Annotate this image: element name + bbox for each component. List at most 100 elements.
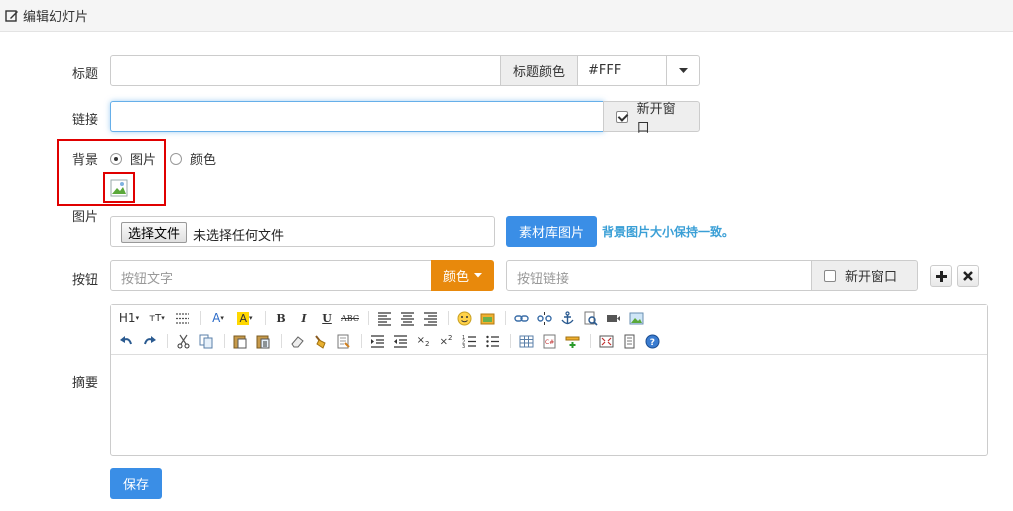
link-new-window-checkbox[interactable] [616, 110, 628, 123]
strikethrough-icon[interactable]: ABC [340, 309, 360, 327]
material-library-button[interactable]: 素材库图片 [506, 216, 597, 247]
paste-text-icon[interactable] [253, 332, 273, 350]
image-label: 图片 [72, 210, 99, 225]
emoticon-icon[interactable] [454, 309, 474, 327]
color-dropdown-button[interactable] [666, 55, 700, 86]
toolbar-separator [224, 334, 225, 348]
search-replace-icon[interactable] [580, 309, 600, 327]
toolbar-separator [265, 311, 266, 325]
editor-toolbar-row-1: H1 ▾ тT ▾ A ▾ A ▾ B I U ABC [116, 309, 649, 327]
fullscreen-icon[interactable] [596, 332, 616, 350]
eraser-icon[interactable] [287, 332, 307, 350]
toolbar-separator [590, 334, 591, 348]
remove-button[interactable] [957, 265, 979, 287]
times-icon [963, 271, 973, 281]
link-icon[interactable] [511, 309, 531, 327]
broken-image-icon [110, 179, 128, 196]
line-height-icon[interactable] [172, 309, 192, 327]
copy-icon[interactable] [196, 332, 216, 350]
background-option-color-label: 颜色 [190, 153, 217, 168]
link-label: 链接 [72, 113, 99, 128]
title-color-value: #FFF [588, 63, 622, 78]
panel-header: 编辑幻灯片 [0, 0, 1013, 32]
svg-text:3: 3 [462, 344, 465, 349]
highlight-color-icon[interactable]: A ▾ [233, 309, 257, 327]
summary-label: 摘要 [72, 376, 99, 391]
align-center-icon[interactable] [397, 309, 417, 327]
undo-icon[interactable] [116, 332, 136, 350]
indent-icon[interactable] [367, 332, 387, 350]
italic-icon[interactable]: I [294, 309, 314, 327]
button-new-window-checkbox[interactable] [824, 269, 836, 282]
editor-content-area[interactable] [111, 356, 987, 455]
ordered-list-icon[interactable]: 123 [459, 332, 479, 350]
button-color-label: 颜色 [442, 270, 469, 285]
paragraph-format-icon[interactable]: H1 ▾ [116, 309, 142, 327]
insert-image-folder-icon[interactable] [477, 309, 497, 327]
button-label: 按钮 [72, 273, 99, 288]
button-link-placeholder: 按钮链接 [517, 272, 570, 287]
preview-icon[interactable] [619, 332, 639, 350]
caret-down-icon [474, 273, 482, 278]
edit-icon [5, 9, 19, 23]
title-color-input[interactable]: #FFF [577, 55, 667, 86]
paste-word-icon[interactable] [333, 332, 353, 350]
button-new-window-label: 新开窗口 [845, 270, 898, 285]
button-text-input[interactable]: 按钮文字 [110, 260, 432, 291]
caret-down-icon [679, 68, 688, 73]
panel-title: 编辑幻灯片 [23, 10, 89, 25]
help-icon[interactable]: ? [642, 332, 662, 350]
video-icon[interactable] [603, 309, 623, 327]
button-text-placeholder: 按钮文字 [121, 272, 174, 287]
svg-text:C#: C# [545, 339, 554, 346]
background-label: 背景 [72, 153, 99, 168]
align-right-icon[interactable] [420, 309, 440, 327]
editor-toolbar-row-2: ×2 ×2 123 C# ? [116, 332, 665, 350]
background-option-image-label: 图片 [130, 153, 157, 168]
choose-file-button[interactable]: 选择文件 [121, 222, 188, 243]
toolbar-separator [281, 334, 282, 348]
no-file-text: 未选择任何文件 [193, 229, 285, 244]
background-options: 图片 颜色 [110, 149, 216, 168]
cut-icon[interactable] [173, 332, 193, 350]
image-size-hint: 背景图片大小保持一致。 [602, 225, 735, 239]
format-brush-icon[interactable] [310, 332, 330, 350]
subscript-icon[interactable]: ×2 [413, 332, 433, 350]
background-radio-color[interactable] [170, 152, 183, 165]
button-new-window-addon[interactable]: 新开窗口 [811, 260, 918, 291]
code-icon[interactable]: C# [539, 332, 559, 350]
link-new-window-addon[interactable]: 新开窗口 [603, 101, 700, 136]
save-button[interactable]: 保存 [110, 468, 162, 499]
title-label: 标题 [72, 67, 99, 82]
anchor-icon[interactable] [557, 309, 577, 327]
font-size-icon[interactable]: тT ▾ [145, 309, 169, 327]
insert-row-icon[interactable] [562, 332, 582, 350]
button-color-dropdown[interactable]: 颜色 [431, 260, 494, 291]
title-color-addon: 标题颜色 [500, 55, 578, 86]
file-input[interactable]: 选择文件 未选择任何文件 [110, 216, 495, 247]
unordered-list-icon[interactable] [482, 332, 502, 350]
paste-icon[interactable] [230, 332, 250, 350]
redo-icon[interactable] [139, 332, 159, 350]
font-color-icon[interactable]: A ▾ [206, 309, 230, 327]
add-button[interactable] [930, 265, 952, 287]
title-input[interactable] [110, 55, 501, 86]
superscript-icon[interactable]: ×2 [436, 332, 456, 350]
table-icon[interactable] [516, 332, 536, 350]
underline-icon[interactable]: U [317, 309, 337, 327]
svg-text:?: ? [649, 338, 654, 348]
plus-icon [935, 270, 947, 282]
bold-icon[interactable]: B [271, 309, 291, 327]
toolbar-separator [361, 334, 362, 348]
link-new-window-label: 新开窗口 [636, 101, 676, 136]
outdent-icon[interactable] [390, 332, 410, 350]
toolbar-separator [167, 334, 168, 348]
background-preview[interactable] [103, 172, 135, 203]
image-icon[interactable] [626, 309, 646, 327]
toolbar-separator [200, 311, 201, 325]
unlink-icon[interactable] [534, 309, 554, 327]
align-left-icon[interactable] [374, 309, 394, 327]
button-link-input[interactable]: 按钮链接 [506, 260, 812, 291]
link-input[interactable] [110, 101, 604, 132]
background-radio-image[interactable] [110, 152, 122, 165]
